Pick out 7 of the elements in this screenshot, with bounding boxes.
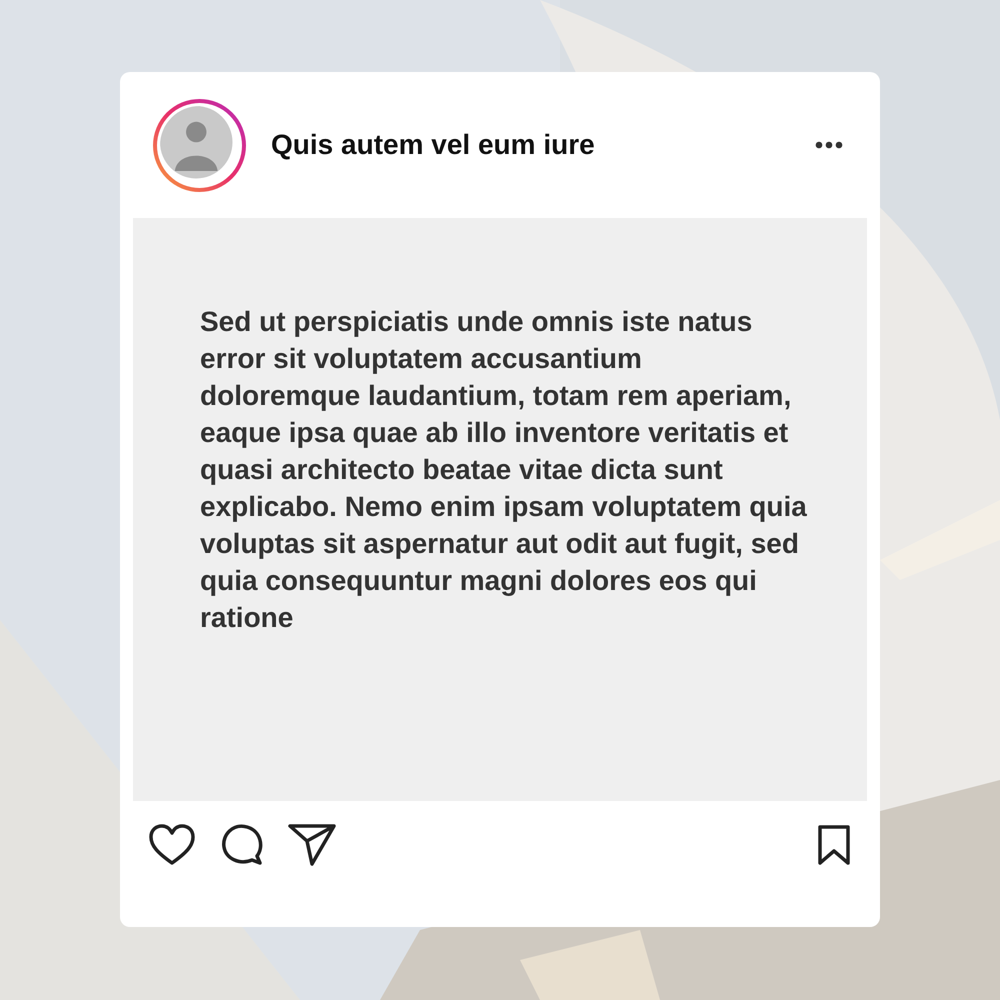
bookmark-icon[interactable] <box>817 825 851 865</box>
heart-icon[interactable] <box>148 824 196 866</box>
send-icon[interactable] <box>288 823 336 867</box>
comment-icon[interactable] <box>220 823 264 867</box>
username[interactable]: Quis autem vel eum iure <box>271 124 595 166</box>
post-text: Sed ut perspiciatis unde omnis iste natus error sit voluptatem accusantium doloremque laudantium, totam rem aperiam, eaque ipsa quae ab illo inventore veritatis et quasi architecto beatae vitae dicta sunt explicabo. Nemo enim ipsam voluptatem quia voluptas sit aspernatur aut odit aut fugit, sed quia consequuntur magni dolores eos qui ratione <box>200 305 807 635</box>
more-icon[interactable] <box>815 141 843 149</box>
